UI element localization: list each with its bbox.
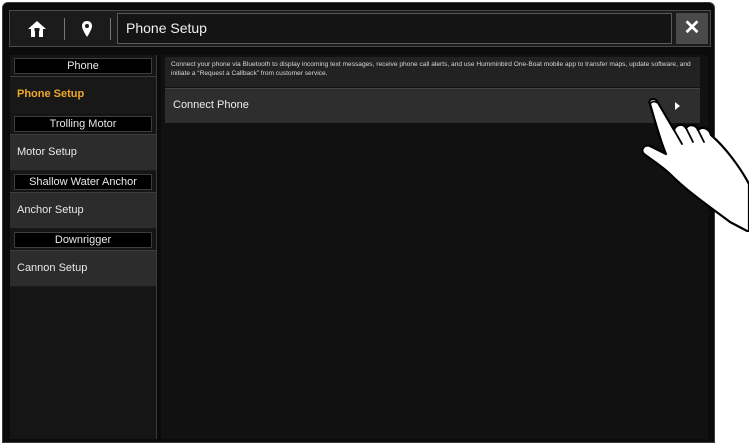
section-heading-downrigger: Downrigger xyxy=(14,232,152,248)
section-heading-phone: Phone xyxy=(14,58,152,74)
close-button[interactable]: ✕ xyxy=(676,13,708,44)
sidebar-item-motor-setup[interactable]: Motor Setup xyxy=(10,134,156,171)
divider xyxy=(110,18,111,40)
sidebar-item-cannon-setup[interactable]: Cannon Setup xyxy=(10,250,156,287)
connect-phone-row[interactable]: Connect Phone xyxy=(165,88,700,123)
section-heading-shallow-water-anchor: Shallow Water Anchor xyxy=(14,174,152,190)
page-title: Phone Setup xyxy=(117,13,672,44)
connect-phone-label: Connect Phone xyxy=(173,99,249,111)
sidebar-item-phone-setup[interactable]: Phone Setup xyxy=(10,76,156,113)
settings-sidebar: Phone Phone Setup Trolling Motor Motor S… xyxy=(10,55,157,439)
top-bar: Phone Setup ✕ xyxy=(9,10,711,47)
map-pin-icon xyxy=(82,21,92,37)
sidebar-item-anchor-setup[interactable]: Anchor Setup xyxy=(10,192,156,229)
description-text: Connect your phone via Bluetooth to disp… xyxy=(165,57,700,87)
pointing-hand-icon xyxy=(641,98,749,232)
main-panel: Connect your phone via Bluetooth to disp… xyxy=(161,55,708,439)
divider xyxy=(64,18,65,40)
map-button[interactable] xyxy=(72,17,102,41)
home-button[interactable] xyxy=(18,17,56,41)
section-heading-trolling-motor: Trolling Motor xyxy=(14,116,152,132)
close-icon: ✕ xyxy=(683,17,701,39)
home-icon xyxy=(28,21,46,37)
